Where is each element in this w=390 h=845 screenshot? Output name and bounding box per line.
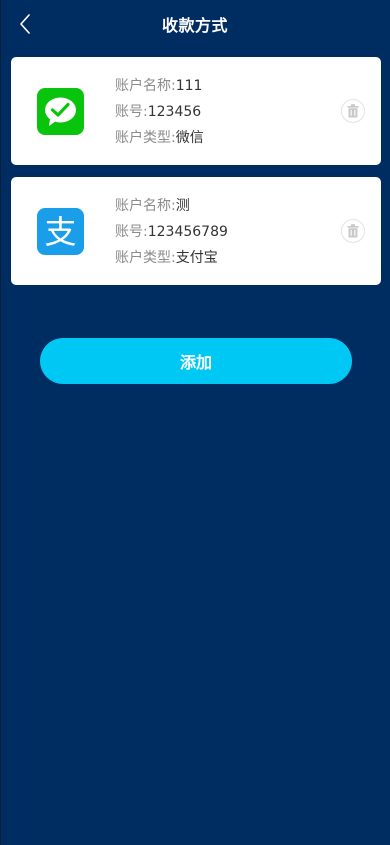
account-type-row: 账户类型:支付宝 — [115, 250, 218, 266]
app-header: 收款方式 — [0, 0, 390, 48]
trash-icon — [347, 224, 359, 238]
wechat-icon — [37, 88, 84, 135]
page-left-edge — [0, 0, 1, 845]
page-title: 收款方式 — [161, 16, 228, 35]
account-card-alipay[interactable]: 支 账户名称:测 账号:123456789 账户类型:支付宝 — [11, 177, 381, 285]
svg-text:支: 支 — [44, 213, 76, 251]
account-name-value: 测 — [175, 198, 190, 214]
account-type-value: 微信 — [175, 130, 204, 146]
account-type-row: 账户类型:微信 — [115, 130, 204, 146]
alipay-icon: 支 — [37, 208, 84, 255]
account-type-value: 支付宝 — [175, 250, 218, 266]
account-number-row: 账号:123456 — [115, 104, 202, 120]
account-number-row: 账号:123456789 — [115, 224, 228, 240]
account-name-row: 账户名称:测 — [115, 198, 190, 214]
account-number-value: 123456 — [147, 104, 202, 120]
delete-button[interactable] — [341, 219, 365, 243]
account-name-value: 111 — [175, 78, 203, 94]
account-number-value: 123456789 — [147, 224, 228, 240]
add-button[interactable]: 添加 — [40, 338, 352, 384]
account-info: 账户名称:测 账号:123456789 账户类型:支付宝 — [115, 193, 228, 271]
account-info: 账户名称:111 账号:123456 账户类型:微信 — [115, 73, 204, 151]
delete-button[interactable] — [341, 99, 365, 123]
account-card-wechat[interactable]: 账户名称:111 账号:123456 账户类型:微信 — [11, 57, 381, 165]
trash-icon — [347, 104, 359, 118]
account-name-row: 账户名称:111 — [115, 78, 203, 94]
